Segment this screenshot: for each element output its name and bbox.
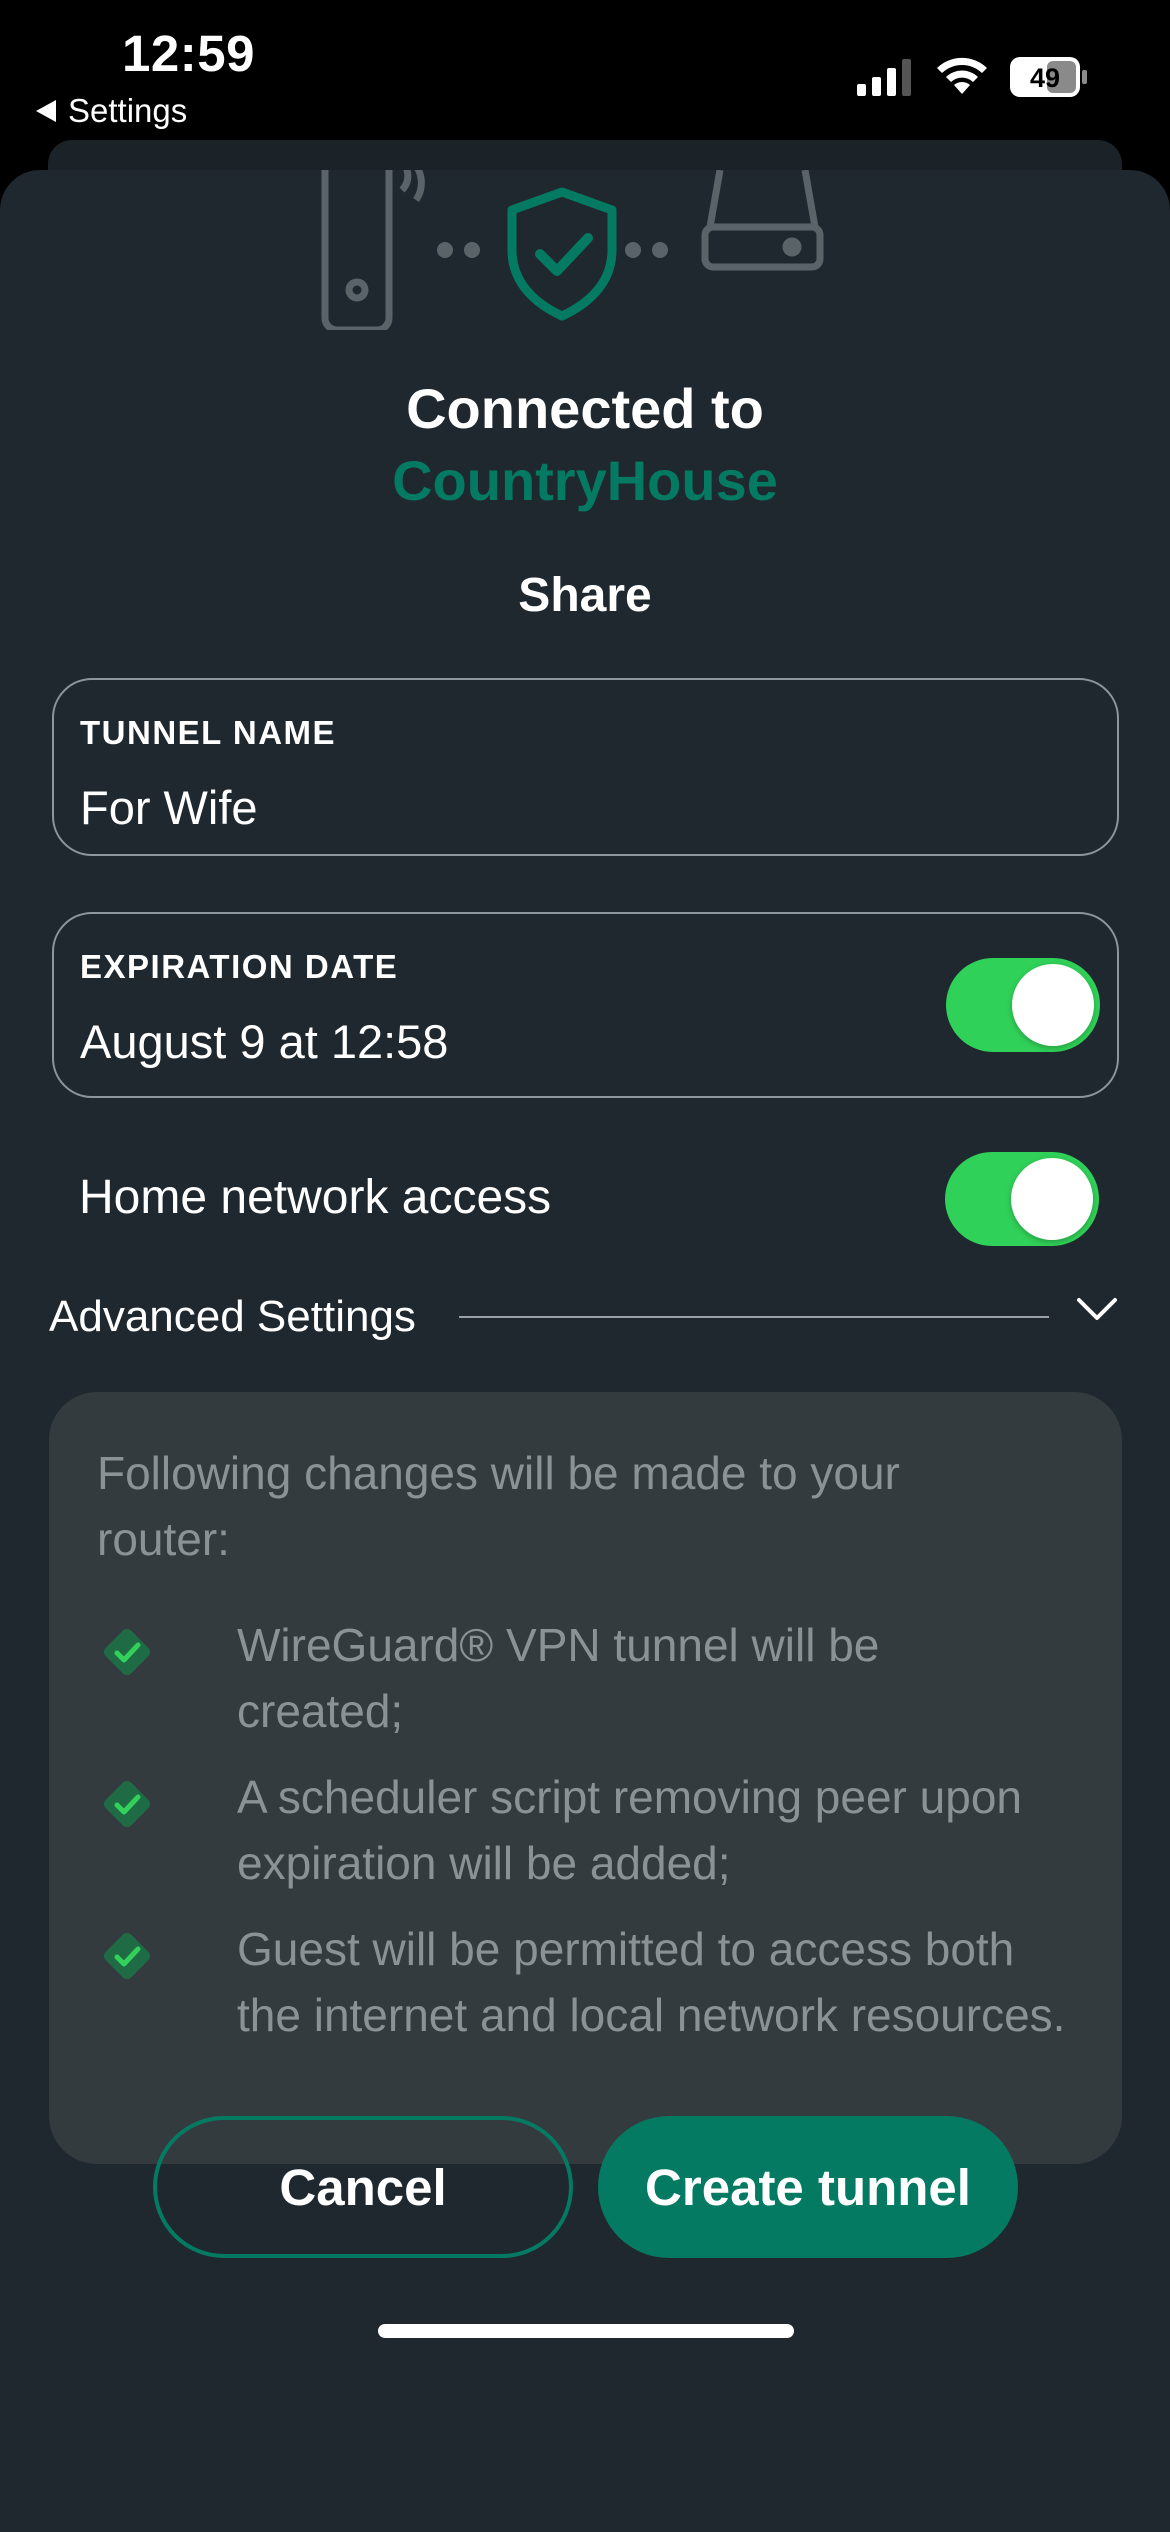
router-name: CountryHouse	[392, 449, 778, 512]
toggle-knob	[1011, 1158, 1093, 1240]
changes-intro-text: Following changes will be made to your r…	[97, 1447, 900, 1565]
battery-level: 49	[1030, 63, 1060, 93]
battery-icon: 49	[1010, 57, 1087, 97]
home-network-label: Home network access	[79, 1171, 552, 1224]
cancel-button[interactable]: Cancel	[153, 2116, 573, 2258]
expiration-date-value[interactable]: August 9 at 12:58	[80, 1014, 448, 1069]
advanced-settings-label: Advanced Settings	[49, 1292, 416, 1341]
toggle-knob	[1012, 964, 1094, 1046]
status-bar: 12:59 Settings 49	[0, 0, 1170, 150]
back-label: Settings	[68, 92, 188, 129]
tunnel-name-field[interactable]: TUNNEL NAME For Wife	[52, 678, 1119, 856]
check-diamond-icon	[104, 1933, 150, 1979]
phone-icon	[321, 170, 425, 330]
home-network-toggle[interactable]	[945, 1152, 1099, 1246]
changes-info-card: Following changes will be made to your r…	[49, 1392, 1122, 2164]
share-title: Share	[518, 569, 652, 622]
shield-check-icon	[507, 187, 617, 321]
change-item-text: Guest will be permitted to access both t…	[237, 1923, 1066, 2041]
change-item-text: A scheduler script removing peer upon ex…	[237, 1771, 1022, 1889]
change-item-text: WireGuard® VPN tunnel will be created;	[237, 1619, 880, 1737]
tunnel-name-label: TUNNEL NAME	[80, 714, 337, 751]
create-tunnel-button[interactable]: Create tunnel	[598, 2116, 1018, 2258]
expiration-date-label: EXPIRATION DATE	[80, 948, 399, 985]
advanced-settings-disclosure[interactable]: Advanced Settings	[49, 1282, 1121, 1342]
check-diamond-icon	[104, 1629, 150, 1675]
divider	[459, 1316, 1049, 1318]
router-icon	[701, 170, 824, 271]
status-time: 12:59	[122, 25, 255, 82]
home-indicator[interactable]	[378, 2324, 794, 2338]
tunnel-name-input[interactable]: For Wife	[80, 780, 258, 835]
check-diamond-icon	[104, 1781, 150, 1827]
hero-illustration	[321, 170, 824, 330]
chevron-down-icon[interactable]	[1075, 1294, 1119, 1324]
expiration-date-field[interactable]: EXPIRATION DATE August 9 at 12:58	[52, 912, 1119, 1098]
expiration-toggle[interactable]	[946, 958, 1100, 1052]
wifi-icon	[937, 57, 987, 94]
back-to-settings-link[interactable]: Settings	[36, 92, 187, 130]
cellular-signal-icon	[857, 59, 911, 96]
back-triangle-icon	[36, 100, 56, 122]
connected-title: Connected to	[406, 377, 764, 440]
